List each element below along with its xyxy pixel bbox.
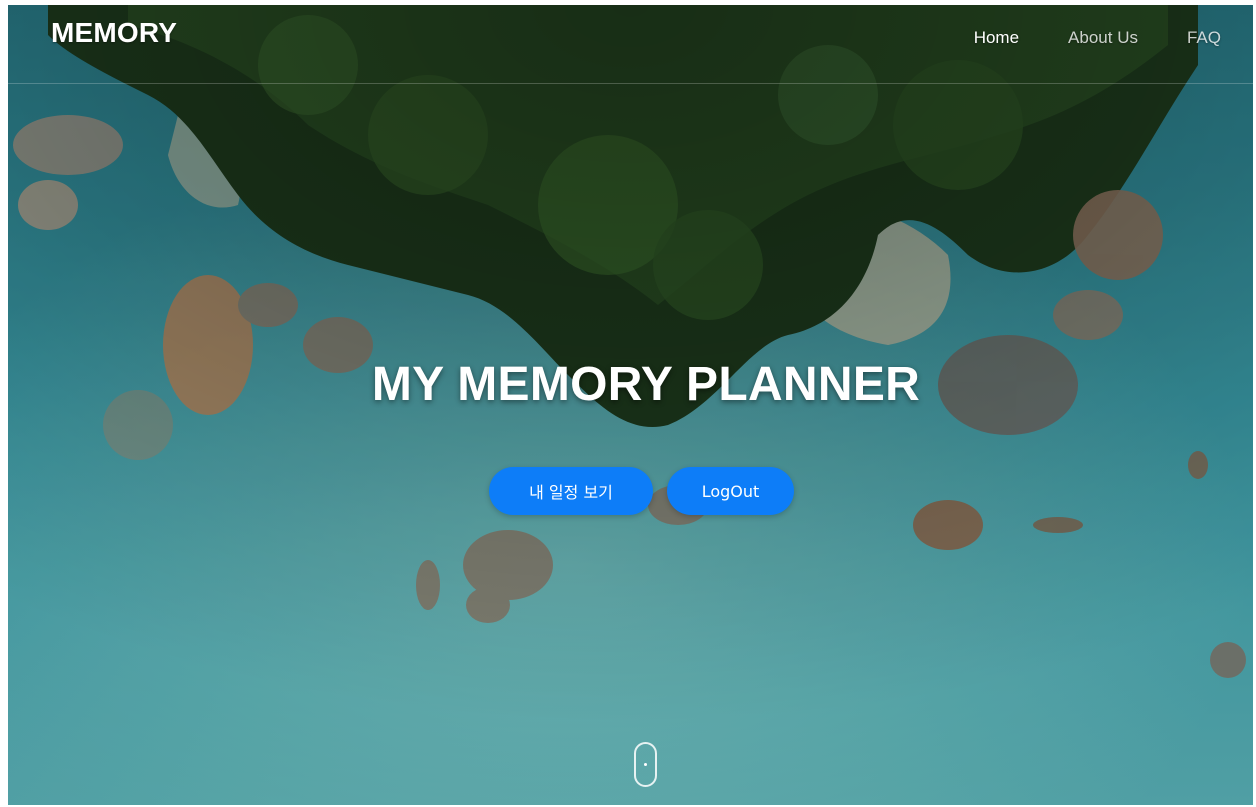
view-schedule-button[interactable]: 내 일정 보기 bbox=[489, 467, 653, 515]
nav-link-home[interactable]: Home bbox=[974, 28, 1019, 48]
brand-logo[interactable]: MEMORY bbox=[51, 17, 177, 49]
logout-button[interactable]: LogOut bbox=[667, 467, 794, 515]
hero-section: MEMORY Home About Us FAQ MY MEMORY PLANN… bbox=[8, 5, 1253, 805]
hero-title: MY MEMORY PLANNER bbox=[371, 358, 921, 411]
nav-link-about-us[interactable]: About Us bbox=[1068, 28, 1138, 48]
hero-buttons: 내 일정 보기 LogOut bbox=[489, 467, 794, 515]
nav-link-faq[interactable]: FAQ bbox=[1187, 28, 1221, 48]
top-navbar: MEMORY Home About Us FAQ bbox=[8, 5, 1253, 84]
mouse-scroll-icon[interactable] bbox=[634, 742, 657, 787]
nav-links: Home About Us FAQ bbox=[974, 28, 1221, 48]
scroll-dot bbox=[644, 763, 647, 766]
